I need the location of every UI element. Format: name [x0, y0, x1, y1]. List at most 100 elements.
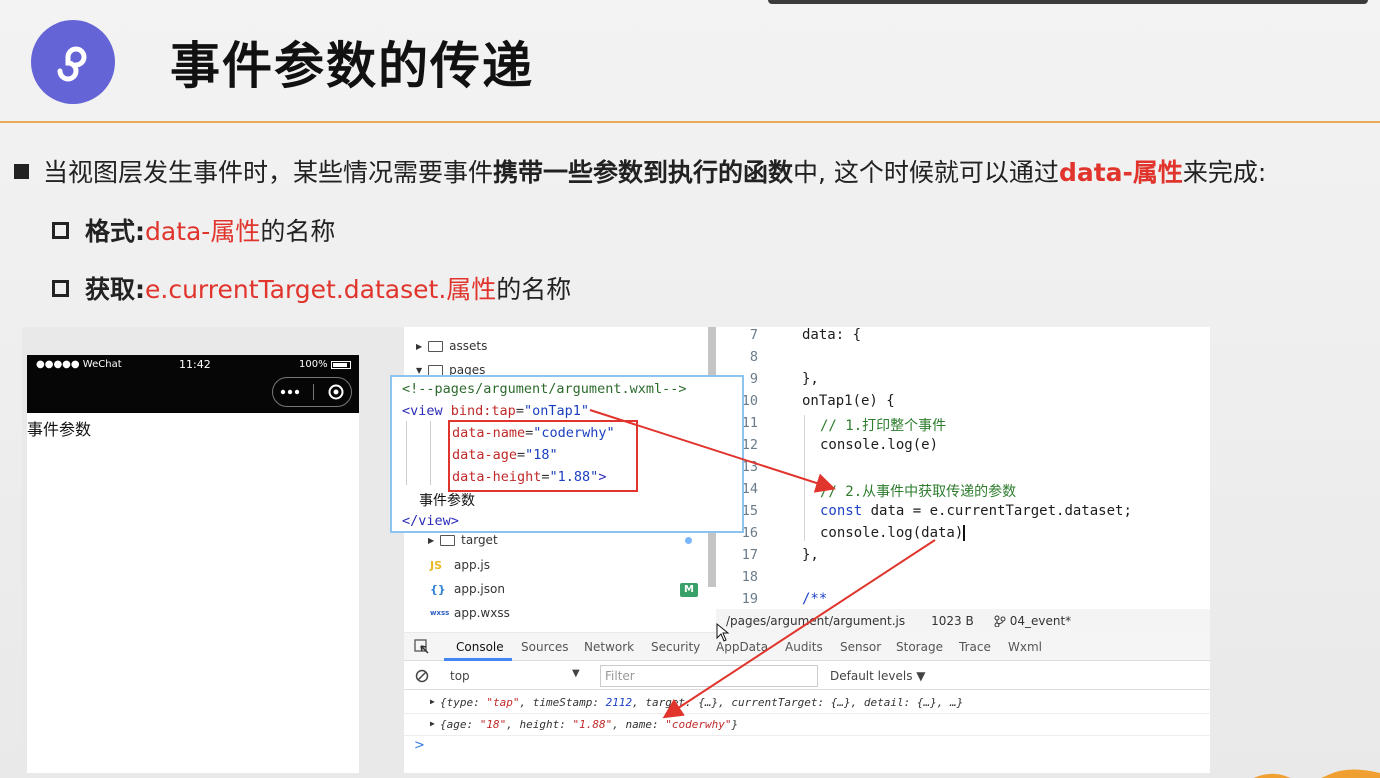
miniprogram-icon: [57, 46, 87, 82]
format-suffix: 的名称: [260, 217, 336, 246]
more-dots-icon[interactable]: [280, 389, 300, 395]
top-strip: [768, 0, 1368, 4]
tree-item-app-js[interactable]: JS app.js: [430, 558, 490, 572]
tree-item-label: app.js: [454, 558, 490, 572]
tree-item-label: target: [461, 533, 498, 547]
inspect-element-icon[interactable]: [414, 639, 430, 655]
wxml-inner-text: 事件参数: [419, 493, 475, 509]
tree-item-target[interactable]: ▶ target: [428, 533, 498, 547]
expand-arrow-icon[interactable]: ▶: [416, 342, 422, 351]
console-prompt[interactable]: >: [414, 738, 425, 753]
devtools-tabs: Console Sources Network Security AppData…: [404, 633, 1210, 661]
tab-trace[interactable]: Trace: [959, 640, 991, 654]
collapse-arrow-icon[interactable]: ▼: [416, 366, 422, 375]
tree-item-label: assets: [449, 339, 488, 353]
open-square-icon: [52, 221, 69, 239]
tree-item-app-json[interactable]: {} app.json: [430, 582, 505, 596]
phone-simulator: ●●●●● WeChat 11:42 100% 事件参数: [27, 355, 359, 773]
modified-dot: [685, 537, 692, 544]
code-line-15-rest: data = e.currentTarget.dataset;: [862, 503, 1132, 519]
battery-indicator: 100%: [299, 359, 351, 370]
bullet-text-after: 来完成:: [1182, 158, 1267, 187]
main-bullet: 当视图层发生事件时，某些情况需要事件 携带一些参数到执行的函数 中, 这个时候就…: [14, 153, 1266, 189]
context-value: top: [450, 669, 470, 683]
bullet-text-before: 当视图层发生事件时，某些情况需要事件: [43, 158, 494, 187]
close-target-icon[interactable]: [328, 384, 344, 400]
context-select[interactable]: top ▼: [444, 665, 584, 687]
format-highlight: data-属性: [145, 217, 261, 246]
get-label: 获取:: [85, 275, 145, 304]
phone-page-text[interactable]: 事件参数: [27, 416, 91, 440]
code-line-14: // 2.从事件中获取传递的参数: [820, 484, 1017, 500]
folder-open-icon: [428, 364, 444, 376]
code-line-11: // 1.打印整个事件: [820, 418, 947, 434]
tab-sources[interactable]: Sources: [521, 640, 568, 654]
console-log-row[interactable]: ▶ {age: "18", height: "1.88", name: "cod…: [404, 714, 1210, 736]
expand-arrow-icon[interactable]: ▶: [430, 697, 435, 706]
corner-decoration: [1248, 766, 1380, 778]
line-number: 7: [749, 327, 758, 343]
format-label: 格式:: [85, 217, 145, 246]
filter-input[interactable]: Filter: [600, 665, 818, 687]
file-size: 1023 B: [931, 614, 974, 628]
battery-percent: 100%: [299, 359, 328, 370]
tree-item-label: app.wxss: [454, 606, 510, 620]
line-number: 17: [741, 547, 758, 563]
bullet-bold-text: 携带一些参数到执行的函数: [493, 158, 794, 187]
code-line-9: },: [802, 371, 819, 387]
modified-badge: M: [680, 583, 698, 597]
wxml-code-popup: <!--pages/argument/argument.wxml--> <vie…: [390, 375, 744, 533]
wxml-comment: <!--pages/argument/argument.wxml-->: [402, 381, 687, 397]
wxml-view-open: <view bind:tap="onTap1": [402, 403, 589, 419]
console-log-row[interactable]: ▶ {type: "tap", timeStamp: 2112, target:…: [404, 692, 1210, 714]
code-line-15: const data = e.currentTarget.dataset;: [820, 503, 1132, 519]
wxml-view-close: </view>: [402, 513, 459, 529]
bullet-text-mid: 中, 这个时候就可以通过: [793, 158, 1059, 187]
code-line-12: console.log(e): [820, 437, 939, 453]
line-number: 19: [741, 591, 758, 607]
tab-network[interactable]: Network: [584, 640, 634, 654]
clear-console-icon[interactable]: [415, 669, 429, 683]
folder-icon: [428, 340, 444, 352]
tab-console[interactable]: Console: [456, 640, 504, 654]
const-keyword: const: [820, 503, 863, 519]
code-line-17: },: [802, 547, 819, 563]
code-line-7: data: {: [802, 327, 862, 343]
miniprogram-logo: [31, 20, 115, 104]
tab-sensor[interactable]: Sensor: [840, 640, 881, 654]
title-rule: [0, 121, 1380, 123]
phone-clock: 11:42: [179, 358, 211, 371]
get-bullet: 获取: e.currentTarget.dataset.属性 的名称: [52, 270, 571, 306]
tab-storage[interactable]: Storage: [896, 640, 943, 654]
line-number: 18: [741, 569, 758, 585]
code-line-16: console.log(data): [820, 525, 966, 541]
tab-audits[interactable]: Audits: [785, 640, 823, 654]
phone-status-bar: ●●●●● WeChat 11:42 100%: [27, 355, 359, 413]
json-file-icon: {}: [430, 582, 446, 596]
capsule-button[interactable]: [272, 377, 352, 407]
carrier-label: ●●●●● WeChat: [36, 359, 122, 370]
dropdown-arrow-icon: ▼: [572, 668, 580, 679]
format-bullet: 格式: data-属性 的名称: [52, 212, 335, 248]
file-path[interactable]: /pages/argument/argument.js: [726, 614, 905, 628]
editor-status-bar: /pages/argument/argument.js 1023 B 04_ev…: [716, 609, 1210, 633]
tree-item-app-wxss[interactable]: wxss app.wxss: [430, 606, 510, 620]
code-line-10: onTap1(e) {: [802, 393, 895, 409]
slide: 事件参数的传递 当视图层发生事件时，某些情况需要事件 携带一些参数到执行的函数 …: [0, 0, 1380, 778]
tree-item-assets[interactable]: ▶ assets: [416, 339, 487, 353]
tab-security[interactable]: Security: [651, 640, 700, 654]
open-square-icon: [52, 279, 69, 297]
log-levels-select[interactable]: Default levels ▼: [830, 669, 926, 683]
code-line-16-text: console.log(data): [820, 525, 964, 541]
line-number: 8: [749, 349, 758, 365]
tab-wxml[interactable]: Wxml: [1008, 640, 1042, 654]
code-editor[interactable]: 7 8 9 10 11 12 13 14 15 16 17 18 19 data…: [716, 327, 1210, 609]
tab-appdata[interactable]: AppData: [716, 640, 768, 654]
text-cursor: [963, 525, 966, 541]
tree-item-label: app.json: [454, 582, 505, 596]
indent-guide: [804, 415, 805, 541]
expand-arrow-icon[interactable]: ▶: [428, 536, 434, 545]
git-branch-label[interactable]: 04_event*: [1010, 614, 1071, 628]
get-suffix: 的名称: [496, 275, 572, 304]
expand-arrow-icon[interactable]: ▶: [430, 719, 435, 728]
